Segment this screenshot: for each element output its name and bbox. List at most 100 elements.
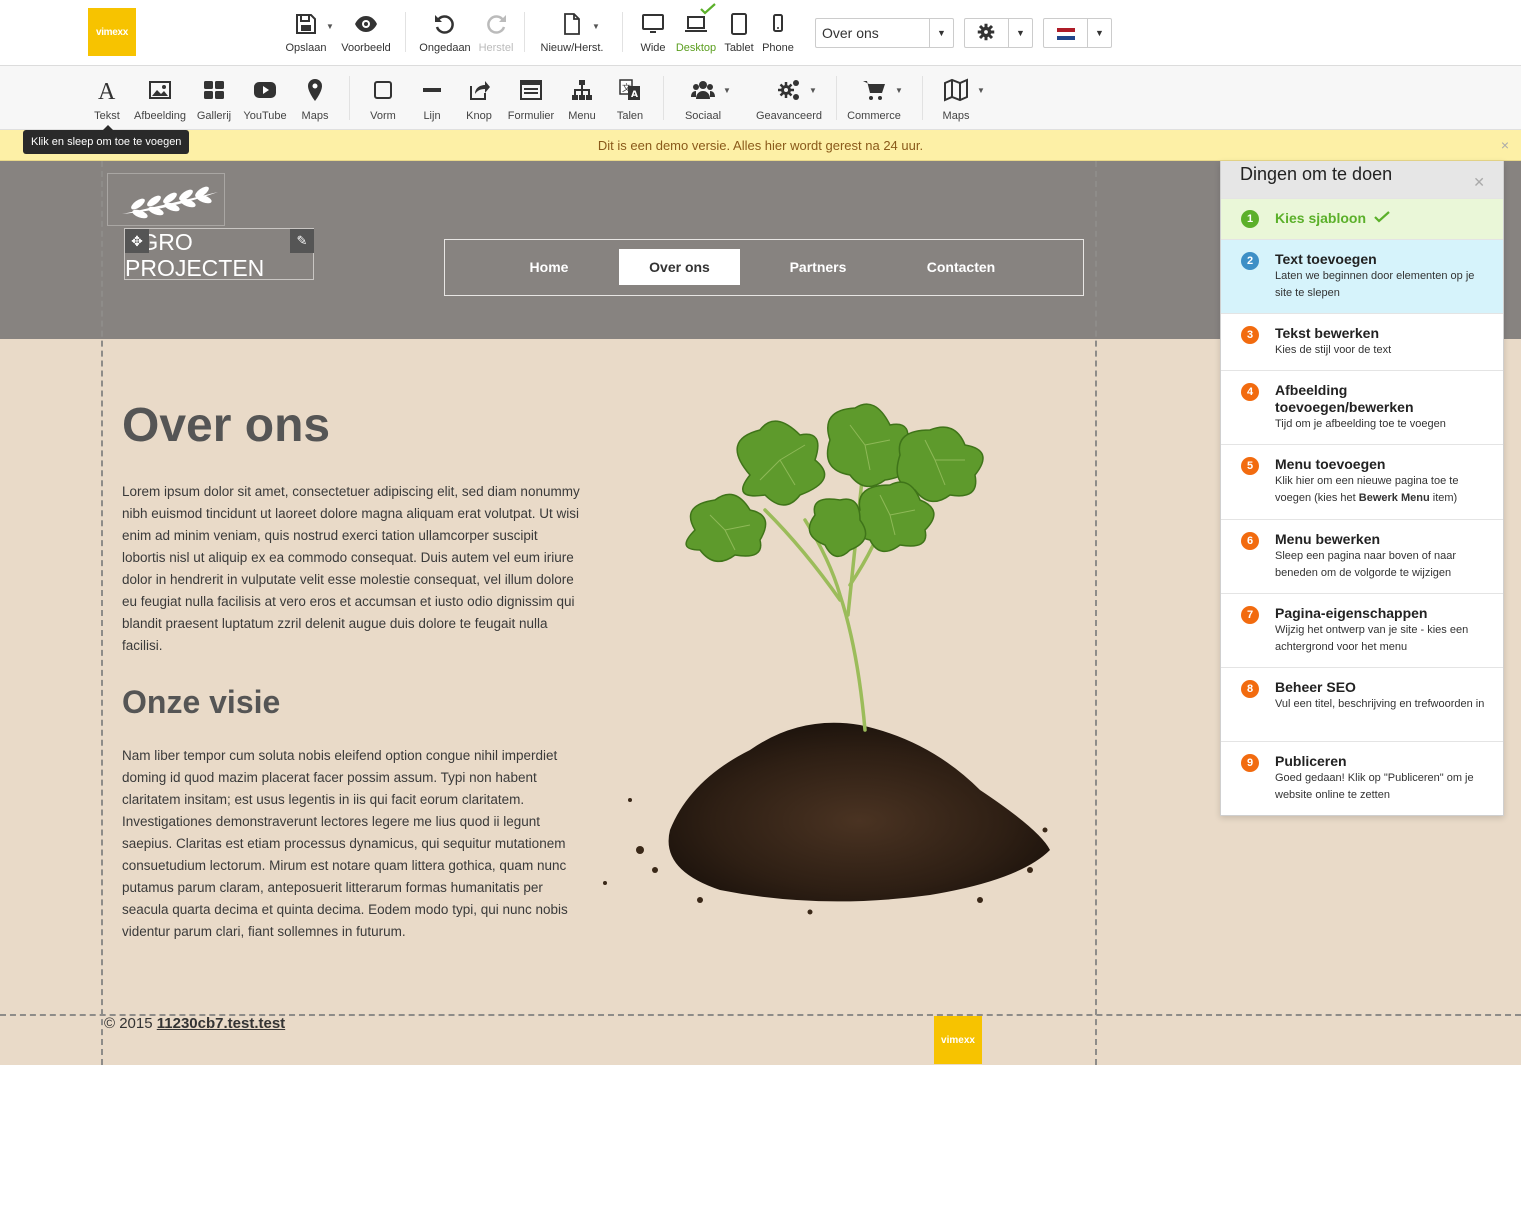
todo-item-desc: Vul een titel, beschrijving en trefwoord…	[1275, 698, 1485, 710]
tool-line[interactable]: Lijn	[417, 78, 447, 122]
preview-button[interactable]: Voorbeeld	[340, 12, 392, 54]
phone-icon	[773, 14, 783, 32]
todo-item-5[interactable]: 5 Menu toevoegen Klik hier om een nieuwe…	[1221, 444, 1503, 519]
tool-maps2-label: Maps	[942, 110, 970, 122]
map-pin-icon	[308, 79, 322, 101]
todo-item-3[interactable]: 3 Tekst bewerken Kies de stijl voor de t…	[1221, 313, 1503, 370]
undo-button[interactable]: Ongedaan	[418, 12, 472, 54]
tool-commerce-label: Commerce	[847, 110, 901, 122]
tool-languages[interactable]: 文A Talen	[615, 78, 645, 122]
view-phone-button[interactable]: Phone	[762, 12, 794, 54]
plant-in-soil-image[interactable]	[600, 400, 1060, 920]
tool-menu[interactable]: Menu	[567, 78, 597, 122]
dropdown-caret-icon[interactable]: ▼	[929, 19, 953, 47]
shopping-cart-icon	[863, 81, 885, 100]
floppy-icon	[296, 14, 316, 34]
settings-gear[interactable]	[965, 23, 1008, 44]
tool-form[interactable]: Formulier	[506, 78, 556, 122]
site-nav: Home Over ons Partners Contacten	[444, 239, 1084, 296]
tool-maps-extended[interactable]: Maps	[940, 78, 972, 122]
save-caret-icon[interactable]: ▼	[326, 22, 334, 31]
tool-shape-label: Vorm	[370, 110, 396, 122]
advanced-caret-icon[interactable]: ▼	[809, 86, 817, 95]
brand-text-box[interactable]: AGRO PROJECTEN ✥ ✎	[124, 228, 314, 281]
tool-advanced[interactable]: Geavanceerd	[755, 78, 823, 122]
language-flag[interactable]	[1044, 24, 1087, 43]
todo-item-8[interactable]: 8 Beheer SEO Vul een titel, beschrijving…	[1221, 667, 1503, 741]
dropdown-caret-icon[interactable]: ▼	[1087, 19, 1111, 47]
drag-tooltip: Klik en sleep om toe te voegen	[23, 125, 190, 154]
view-wide-button[interactable]: Wide	[638, 12, 668, 54]
maps-caret-icon[interactable]: ▼	[977, 86, 985, 95]
language-dropdown[interactable]: ▼	[1043, 18, 1112, 48]
divider	[922, 76, 923, 120]
svg-text:文: 文	[622, 82, 631, 94]
todo-item-4[interactable]: 4 Afbeelding toevoegen/bewerken Tijd om …	[1221, 370, 1503, 444]
step-number-badge: 2	[1241, 252, 1259, 270]
site-footer: © 2015 11230cb7.test.test	[104, 1014, 285, 1034]
checkmark-icon	[1374, 211, 1390, 223]
redo-button[interactable]: Herstel	[477, 12, 515, 54]
tool-image[interactable]: Afbeelding	[134, 78, 186, 122]
move-icon[interactable]: ✥	[125, 229, 149, 253]
todo-header: Dingen om te doen ✕	[1221, 161, 1503, 198]
close-icon[interactable]: ✕	[1473, 169, 1485, 195]
todo-item-7[interactable]: 7 Pagina-eigenschappen Wijzig het ontwer…	[1221, 593, 1503, 667]
new-restore-button[interactable]: Nieuw/Herst.	[540, 12, 604, 54]
nav-item-contacten[interactable]: Contacten	[905, 249, 1017, 285]
pencil-icon[interactable]: ✎	[290, 229, 314, 253]
tool-gallery[interactable]: Gallerij	[196, 78, 232, 122]
view-desktop-button[interactable]: Desktop	[675, 12, 717, 54]
page-select[interactable]: Over ons ▼	[815, 18, 954, 48]
new-caret-icon[interactable]: ▼	[592, 22, 600, 31]
gear-icon	[977, 23, 995, 40]
site-logo[interactable]	[107, 173, 225, 226]
preview-label: Voorbeeld	[341, 42, 391, 54]
todo-item-6[interactable]: 6 Menu bewerken Sleep een pagina naar bo…	[1221, 519, 1503, 593]
view-tablet-button[interactable]: Tablet	[723, 12, 755, 54]
nav-item-over-ons[interactable]: Over ons	[619, 249, 740, 285]
tool-social[interactable]: Sociaal	[682, 78, 724, 122]
tool-maps[interactable]: Maps	[300, 78, 330, 122]
social-caret-icon[interactable]: ▼	[723, 86, 731, 95]
laptop-icon	[685, 16, 707, 32]
divider	[836, 76, 837, 120]
dropdown-caret-icon[interactable]: ▼	[1008, 19, 1032, 47]
tool-social-label: Sociaal	[684, 110, 722, 122]
undo-icon	[435, 15, 454, 34]
close-icon[interactable]: ×	[1501, 130, 1509, 161]
footer-domain-link[interactable]: 11230cb7.test.test	[157, 1015, 285, 1032]
sitemap-icon	[572, 80, 592, 100]
todo-item-9[interactable]: 9 Publiceren Goed gedaan! Klik op "Publi…	[1221, 741, 1503, 815]
tool-youtube[interactable]: YouTube	[241, 78, 289, 122]
new-restore-label: Nieuw/Herst.	[540, 42, 604, 54]
phone-label: Phone	[762, 42, 794, 54]
tool-shape[interactable]: Vorm	[368, 78, 398, 122]
tool-commerce[interactable]: Commerce	[846, 78, 902, 122]
tool-form-label: Formulier	[507, 110, 555, 122]
save-button[interactable]: Opslaan	[285, 12, 327, 54]
commerce-caret-icon[interactable]: ▼	[895, 86, 903, 95]
gallery-grid-icon	[204, 81, 224, 99]
settings-dropdown[interactable]: ▼	[964, 18, 1033, 48]
step-number-badge: 8	[1241, 680, 1259, 698]
demo-notice-text: Dit is een demo versie. Alles hier wordt…	[597, 138, 924, 153]
tool-line-label: Lijn	[423, 110, 441, 122]
todo-title: Dingen om te doen	[1240, 164, 1393, 184]
tool-youtube-label: YouTube	[243, 110, 287, 122]
app-logo[interactable]: vimexx	[88, 8, 136, 56]
tool-button[interactable]: Knop	[464, 78, 494, 122]
tablet-label: Tablet	[724, 42, 754, 54]
todo-item-desc: Kies de stijl voor de text	[1275, 344, 1392, 356]
tool-text[interactable]: A Tekst	[92, 78, 122, 122]
nav-item-home[interactable]: Home	[501, 249, 597, 285]
footer-logo[interactable]: vimexx	[934, 1016, 982, 1064]
vision-paragraph: Nam liber tempor cum soluta nobis eleife…	[122, 748, 568, 939]
checkmark-icon	[700, 3, 716, 15]
nav-item-partners[interactable]: Partners	[765, 249, 871, 285]
todo-item-1[interactable]: 1 Kies sjabloon	[1221, 198, 1503, 239]
todo-item-title: Menu toevoegen	[1275, 456, 1386, 472]
svg-text:A: A	[631, 90, 638, 100]
tool-gallery-label: Gallerij	[196, 110, 232, 122]
todo-item-2[interactable]: 2 Text toevoegen Laten we beginnen door …	[1221, 239, 1503, 313]
